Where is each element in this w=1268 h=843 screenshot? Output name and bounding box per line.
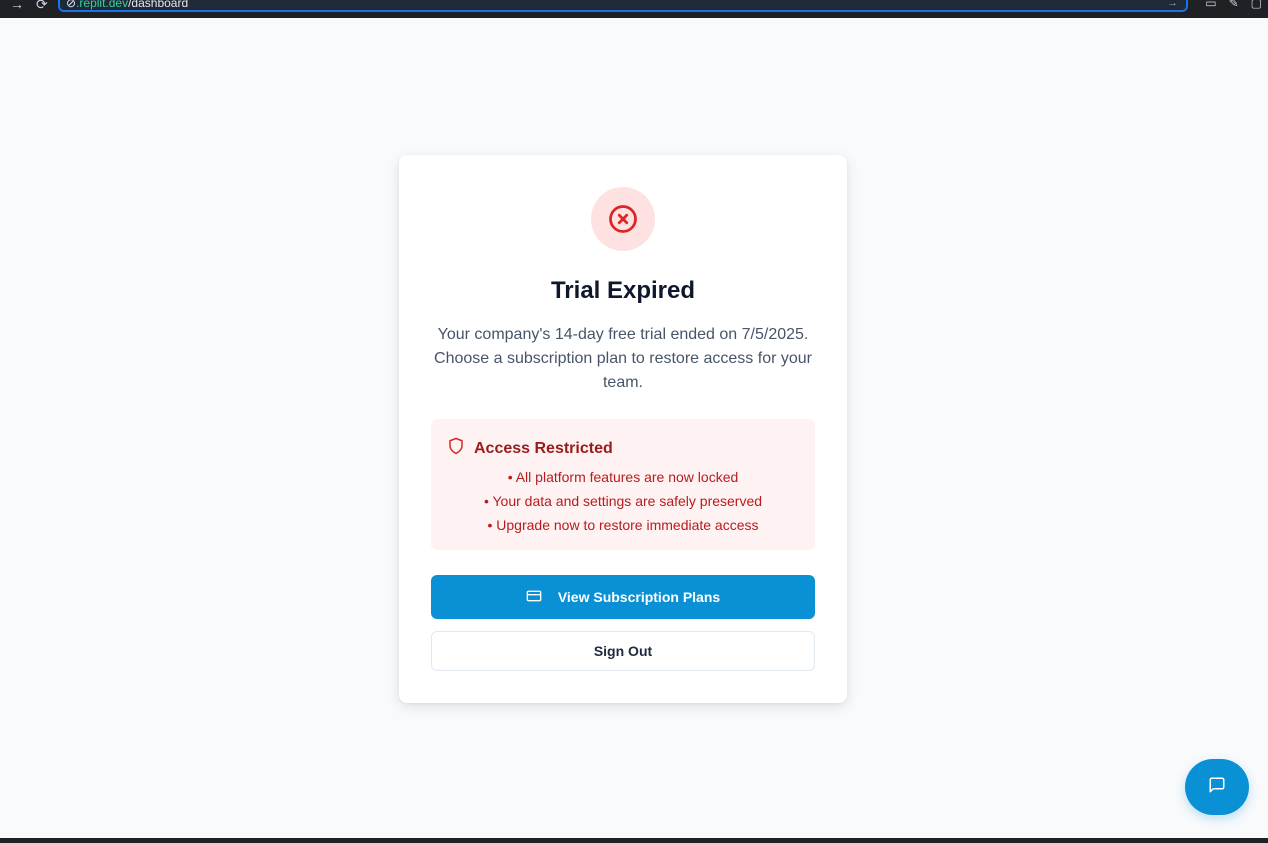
monitor-icon[interactable]: ▭ bbox=[1205, 0, 1216, 10]
alert-item: • All platform features are now locked bbox=[507, 469, 739, 485]
x-circle-icon bbox=[591, 187, 655, 251]
alert-item: • Upgrade now to restore immediate acces… bbox=[487, 517, 759, 533]
reload-icon[interactable]: ⟳ bbox=[36, 0, 48, 13]
url-host: .replit.dev bbox=[76, 0, 129, 10]
trial-message: Your company's 14-day free trial ended o… bbox=[434, 326, 812, 391]
shield-icon bbox=[447, 436, 465, 461]
sign-out-button[interactable]: Sign Out bbox=[431, 631, 815, 671]
message-square-icon bbox=[1208, 776, 1226, 799]
access-restricted-alert: Access Restricted • All platform feature… bbox=[431, 419, 815, 550]
address-bar[interactable]: ⊘.replit.dev/dashboard → bbox=[58, 0, 1188, 12]
page-title: Trial Expired bbox=[550, 277, 696, 304]
forward-icon[interactable]: → bbox=[10, 0, 24, 13]
chat-button[interactable] bbox=[1185, 759, 1249, 815]
url-path: /dashboard bbox=[128, 0, 189, 10]
alert-item: • Your data and settings are safely pres… bbox=[483, 493, 763, 509]
alert-list: • All platform features are now locked •… bbox=[431, 465, 815, 537]
link-icon: ⊘ bbox=[66, 0, 77, 10]
secondary-button-label: Sign Out bbox=[593, 643, 653, 659]
new-tab-icon[interactable]: ▢ bbox=[1251, 0, 1262, 10]
alert-title: Access Restricted bbox=[474, 439, 613, 457]
go-icon[interactable]: → bbox=[1167, 0, 1178, 10]
trial-expired-card: Trial Expired Your company's 14-day free… bbox=[399, 155, 847, 703]
primary-button-label: View Subscription Plans bbox=[557, 589, 721, 605]
browser-toolbar: → ⟳ ⊘.replit.dev/dashboard → ▭ ✎ ▢ bbox=[0, 0, 1268, 18]
wrench-icon[interactable]: ✎ bbox=[1229, 0, 1239, 10]
credit-card-icon bbox=[526, 588, 542, 607]
taskbar-edge bbox=[0, 838, 1268, 843]
view-subscription-plans-button[interactable]: View Subscription Plans bbox=[431, 575, 815, 619]
